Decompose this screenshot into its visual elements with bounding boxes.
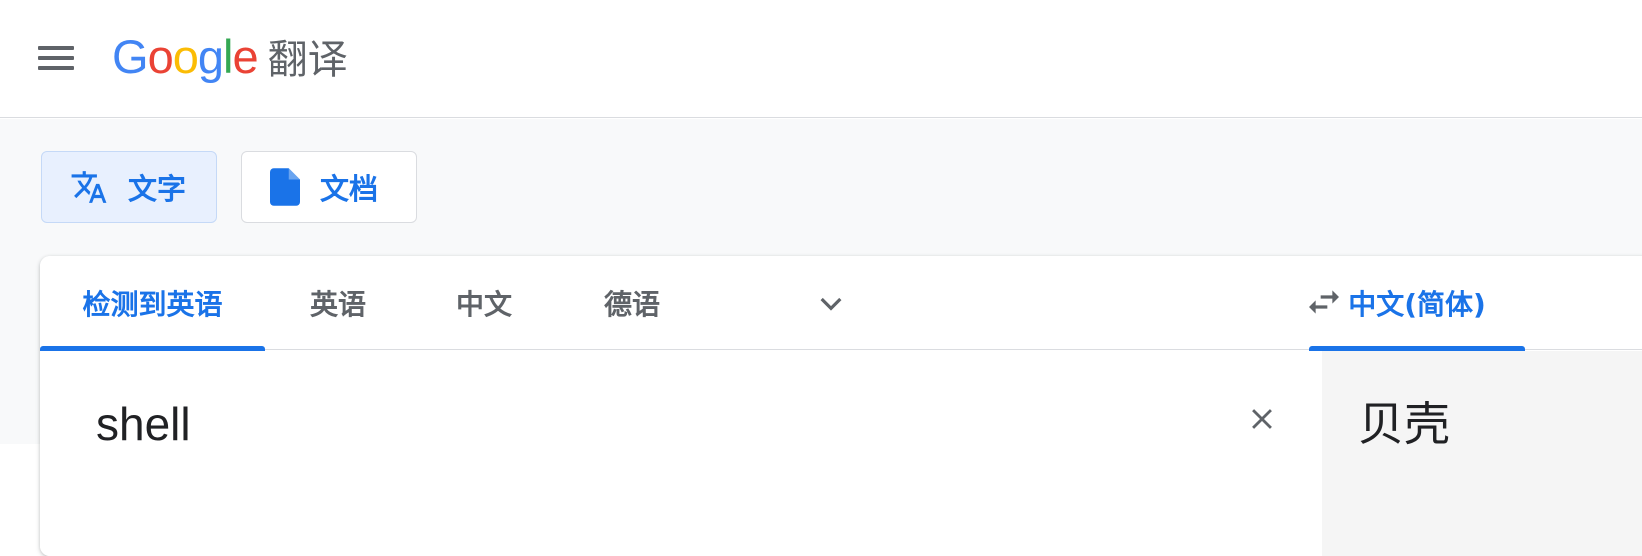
logo-letter: e [232, 29, 258, 83]
text-mode-label: 文字 [128, 172, 187, 206]
target-lang-chinese-simplified-tab[interactable]: 中文(简体) [1309, 256, 1525, 351]
document-mode-label: 文档 [320, 172, 379, 206]
google-translate-logo[interactable]: G o o g l e 翻译 [112, 26, 348, 86]
source-lang-english-tab[interactable]: 英语 [290, 256, 386, 350]
source-pane: shell [40, 351, 1322, 556]
source-lang-german-label: 德语 [603, 288, 660, 321]
logo-letter: o [147, 29, 174, 83]
source-text-input[interactable]: shell [96, 389, 1176, 459]
source-lang-detected-label: 检测到英语 [82, 288, 223, 321]
translate-icon [70, 168, 108, 206]
more-source-languages-button[interactable] [806, 278, 856, 328]
language-bar: 检测到英语 英语 中文 德语 中文(简体) [40, 256, 1642, 351]
text-mode-button[interactable]: 文字 [41, 151, 217, 223]
product-name: 翻译 [267, 37, 348, 83]
source-lang-english-label: 英语 [309, 288, 366, 321]
logo-letter: l [222, 29, 234, 83]
source-lang-chinese-tab[interactable]: 中文 [436, 256, 532, 350]
source-lang-german-tab[interactable]: 德语 [584, 256, 680, 350]
target-pane: 贝壳 [1322, 351, 1642, 556]
close-icon [1252, 409, 1272, 429]
clear-source-button[interactable] [1236, 393, 1288, 445]
target-lang-label: 中文(简体) [1348, 288, 1486, 321]
main-menu-button[interactable] [30, 32, 82, 84]
hamburger-icon [38, 46, 74, 50]
translation-output: 贝壳 [1358, 397, 1450, 451]
source-lang-detected-tab[interactable]: 检测到英语 [40, 256, 265, 351]
document-mode-button[interactable]: 文档 [241, 151, 417, 223]
document-icon [270, 168, 300, 206]
logo-letter: G [112, 29, 149, 83]
logo-letter: g [197, 29, 224, 83]
translation-card: 检测到英语 英语 中文 德语 中文(简体) shell 贝壳 [40, 256, 1642, 556]
chevron-down-icon [820, 297, 842, 311]
source-lang-chinese-label: 中文 [455, 288, 512, 321]
top-app-bar: G o o g l e 翻译 [0, 0, 1642, 118]
logo-letter: o [172, 29, 199, 83]
